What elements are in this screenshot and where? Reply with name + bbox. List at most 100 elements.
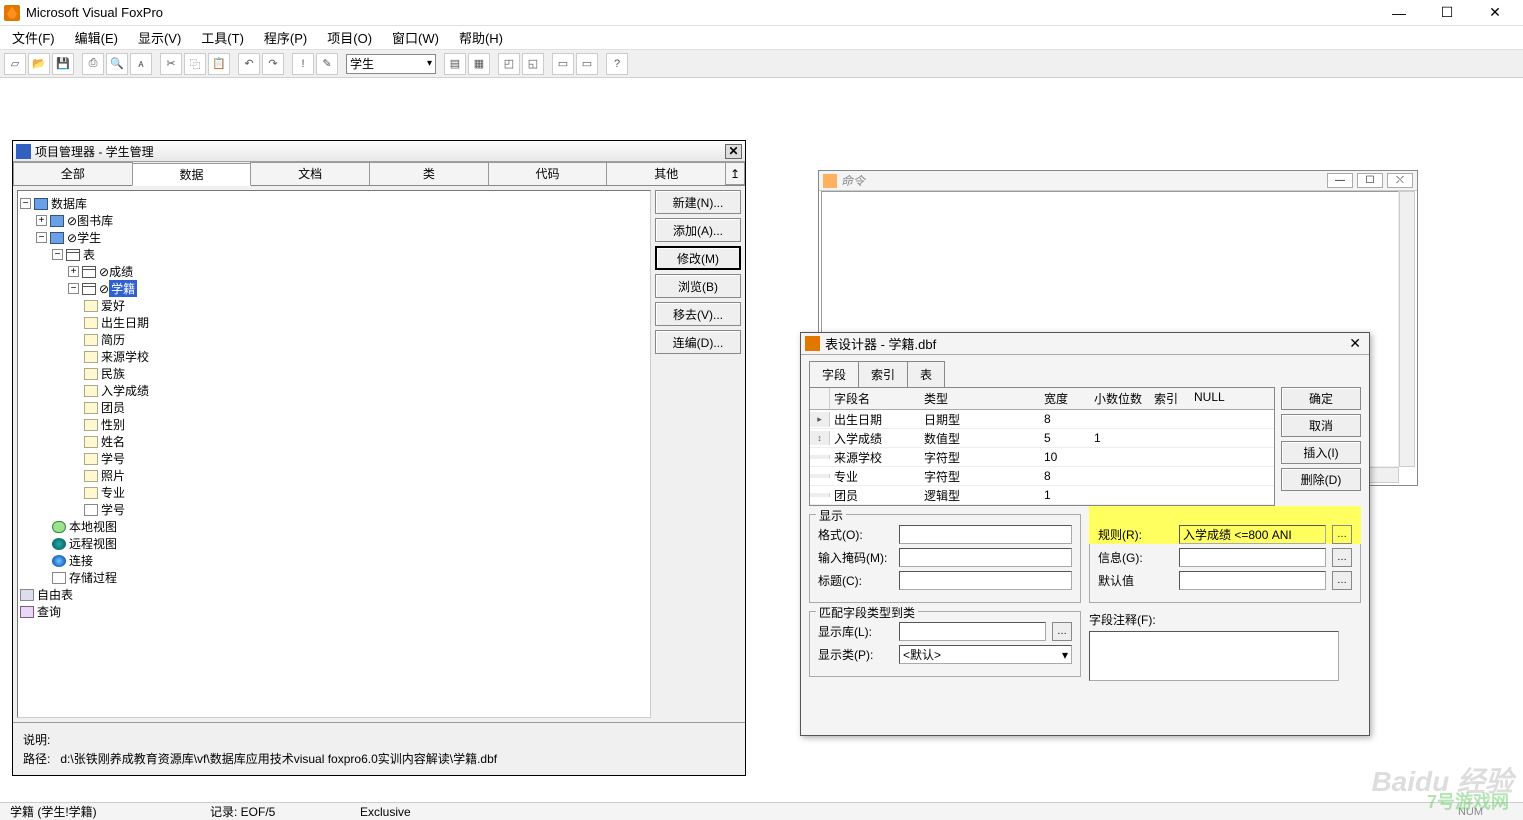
col-major[interactable]: 专业 xyxy=(101,484,125,501)
col-resume[interactable]: 简历 xyxy=(101,331,125,348)
col-sid[interactable]: 学号 xyxy=(101,450,125,467)
default-input[interactable] xyxy=(1179,571,1326,590)
cmd-maximize-button[interactable]: ☐ xyxy=(1357,173,1383,188)
remove-button[interactable]: 移去(V)... xyxy=(655,302,741,326)
tab-fields[interactable]: 字段 xyxy=(809,361,859,387)
tab-other[interactable]: 其他 xyxy=(606,162,726,185)
report-icon[interactable]: ▭ xyxy=(552,53,574,75)
td-close-button[interactable]: ✕ xyxy=(1345,335,1365,352)
rule-browse-button[interactable]: … xyxy=(1332,525,1352,544)
tree-freetables[interactable]: 自由表 xyxy=(37,586,73,603)
modify-button[interactable]: 修改(M) xyxy=(655,246,741,270)
col-school[interactable]: 来源学校 xyxy=(101,348,149,365)
menu-edit[interactable]: 编辑(E) xyxy=(65,25,128,50)
grid-row[interactable]: ↕入学成绩数值型51 xyxy=(810,429,1274,448)
tree-student[interactable]: 学生 xyxy=(77,229,101,246)
rule-input[interactable]: 入学成绩 <=800 ANI xyxy=(1179,525,1326,544)
fields-grid[interactable]: 字段名 类型 宽度 小数位数 索引 NULL ▸出生日期日期型8 ↕入学成绩数值… xyxy=(809,387,1275,506)
cmd-titlebar[interactable]: 命令 — ☐ ⤬ xyxy=(819,171,1417,191)
caption-input[interactable] xyxy=(899,571,1072,590)
data-session-icon[interactable]: ▦ xyxy=(468,53,490,75)
tree-tables[interactable]: 表 xyxy=(83,246,95,263)
add-button[interactable]: 添加(A)... xyxy=(655,218,741,242)
tab-classes[interactable]: 类 xyxy=(369,162,489,185)
row-handle[interactable] xyxy=(810,474,830,478)
tree-localview[interactable]: 本地视图 xyxy=(69,518,117,535)
modify-icon[interactable]: ✎ xyxy=(316,53,338,75)
toggle-icon[interactable]: − xyxy=(52,249,63,260)
grid-row[interactable]: ▸出生日期日期型8 xyxy=(810,410,1274,429)
pm-titlebar[interactable]: 项目管理器 - 学生管理 ✕ xyxy=(13,141,745,162)
insert-button[interactable]: 插入(I) xyxy=(1281,441,1361,464)
tree-proc[interactable]: 存储过程 xyxy=(69,569,117,586)
col-member[interactable]: 团员 xyxy=(101,399,125,416)
minimize-button[interactable]: — xyxy=(1379,3,1419,23)
menu-project[interactable]: 项目(O) xyxy=(317,25,382,50)
mask-input[interactable] xyxy=(899,548,1072,567)
col-birth[interactable]: 出生日期 xyxy=(101,314,149,331)
tree-conn[interactable]: 连接 xyxy=(69,552,93,569)
tab-table[interactable]: 表 xyxy=(907,361,945,387)
td-titlebar[interactable]: 表设计器 - 学籍.dbf ✕ xyxy=(801,333,1369,355)
default-browse-button[interactable]: … xyxy=(1332,571,1352,590)
help-icon[interactable]: ? xyxy=(606,53,628,75)
col-sid2[interactable]: 学号 xyxy=(101,501,125,518)
col-nation[interactable]: 民族 xyxy=(101,365,125,382)
tree-databases[interactable]: 数据库 xyxy=(51,195,87,212)
menu-program[interactable]: 程序(P) xyxy=(254,25,317,50)
col-photo[interactable]: 照片 xyxy=(101,467,125,484)
autoform-icon[interactable]: ◱ xyxy=(522,53,544,75)
cmd-vscrollbar[interactable] xyxy=(1399,191,1415,467)
col-entry[interactable]: 入学成绩 xyxy=(101,382,149,399)
form-icon[interactable]: ◰ xyxy=(498,53,520,75)
cut-icon[interactable]: ✂ xyxy=(160,53,182,75)
menu-help[interactable]: 帮助(H) xyxy=(449,25,513,50)
tab-index[interactable]: 索引 xyxy=(858,361,908,387)
copy-icon[interactable]: ⿻ xyxy=(184,53,206,75)
cmd-close-button[interactable]: ⤬ xyxy=(1387,173,1413,188)
pm-tree[interactable]: −数据库 +⊘ 图书库 −⊘ 学生 −表 +⊘ 成绩 −⊘ 学籍 爱好 出生日期… xyxy=(17,190,651,718)
menu-tools[interactable]: 工具(T) xyxy=(191,25,254,50)
tree-queries[interactable]: 查询 xyxy=(37,603,61,620)
class-combo[interactable]: <默认>▾ xyxy=(899,645,1072,664)
tree-score[interactable]: 成绩 xyxy=(109,263,133,280)
tab-all[interactable]: 全部 xyxy=(13,162,133,185)
col-name[interactable]: 姓名 xyxy=(101,433,125,450)
toggle-icon[interactable]: − xyxy=(36,232,47,243)
row-handle[interactable] xyxy=(810,455,830,459)
menu-file[interactable]: 文件(F) xyxy=(2,25,65,50)
row-handle[interactable]: ↕ xyxy=(810,431,830,445)
ok-button[interactable]: 确定 xyxy=(1281,387,1361,410)
paste-icon[interactable]: 📋 xyxy=(208,53,230,75)
lib-input[interactable] xyxy=(899,622,1046,641)
open-icon[interactable]: 📂 xyxy=(28,53,50,75)
row-handle[interactable] xyxy=(810,493,830,497)
pm-collapse-button[interactable]: ↥ xyxy=(725,162,745,185)
save-icon[interactable]: 💾 xyxy=(52,53,74,75)
maximize-button[interactable]: ☐ xyxy=(1427,3,1467,23)
pm-close-button[interactable]: ✕ xyxy=(725,144,742,159)
menu-window[interactable]: 窗口(W) xyxy=(382,25,449,50)
print-icon[interactable]: ⎙ xyxy=(82,53,104,75)
undo-icon[interactable]: ↶ xyxy=(238,53,260,75)
delete-button[interactable]: 删除(D) xyxy=(1281,468,1361,491)
comment-textarea[interactable] xyxy=(1089,631,1339,681)
toggle-icon[interactable]: + xyxy=(36,215,47,226)
menu-view[interactable]: 显示(V) xyxy=(128,25,191,50)
msg-input[interactable] xyxy=(1179,548,1326,567)
grid-row[interactable]: 团员逻辑型1 xyxy=(810,486,1274,505)
tree-lib[interactable]: 图书库 xyxy=(77,212,113,229)
cancel-button[interactable]: 取消 xyxy=(1281,414,1361,437)
redo-icon[interactable]: ↷ xyxy=(262,53,284,75)
col-sex[interactable]: 性别 xyxy=(101,416,125,433)
row-handle[interactable]: ▸ xyxy=(810,412,830,427)
tree-remoteview[interactable]: 远程视图 xyxy=(69,535,117,552)
msg-browse-button[interactable]: … xyxy=(1332,548,1352,567)
tab-data[interactable]: 数据 xyxy=(132,163,252,186)
close-button[interactable]: ✕ xyxy=(1475,3,1515,23)
build-button[interactable]: 连编(D)... xyxy=(655,330,741,354)
cmd-window-icon[interactable]: ▤ xyxy=(444,53,466,75)
grid-row[interactable]: 专业字符型8 xyxy=(810,467,1274,486)
browse-button[interactable]: 浏览(B) xyxy=(655,274,741,298)
run-icon[interactable]: ! xyxy=(292,53,314,75)
